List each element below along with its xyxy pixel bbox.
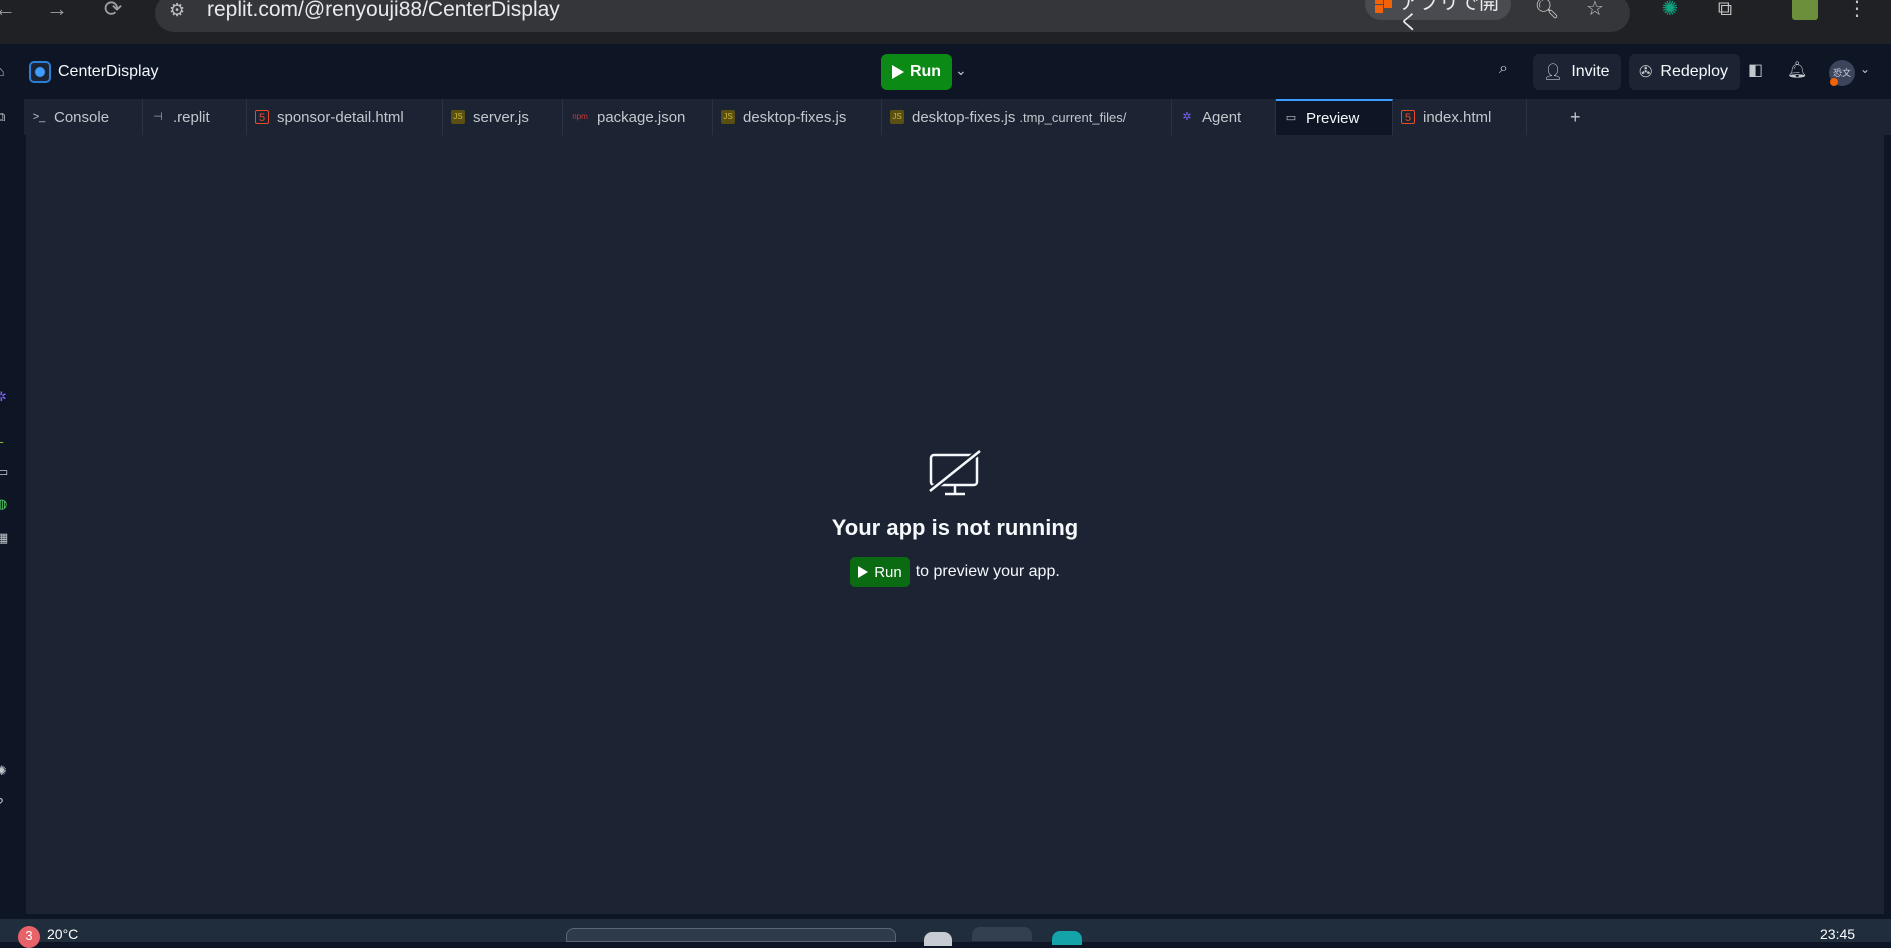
tab-sublabel: .tmp_current_files/	[1019, 109, 1127, 125]
deploy-status-icon[interactable]: ◧	[1748, 60, 1763, 80]
tab-label: package.json	[597, 108, 686, 126]
tab-label: Console	[54, 108, 110, 126]
open-in-app-button[interactable]: アプリで開く	[1365, 0, 1511, 33]
preview-pane: Your app is not running Run to preview y…	[26, 135, 1884, 914]
not-running-title: Your app is not running	[831, 515, 1079, 540]
taskbar-app-icon[interactable]	[924, 932, 952, 946]
tab-label: Preview	[1306, 109, 1360, 127]
tab-console[interactable]: >_ Console	[24, 99, 143, 135]
search-icon[interactable]: ⌕	[1499, 60, 1508, 78]
workspace-header: ⌂ CenterDisplay Run ⌄ ⌕ 👤︎ Invite ✇ Rede…	[0, 44, 1891, 99]
chatgpt-extension-icon[interactable]: ✺	[1656, 0, 1684, 22]
open-in-app-label: アプリで開く	[1399, 0, 1499, 34]
avatar[interactable]: 恐文	[1829, 60, 1855, 86]
monitor-off-icon	[928, 449, 982, 496]
home-icon[interactable]: ⌂	[0, 63, 8, 79]
lightbulb-icon[interactable]: ✺	[0, 763, 10, 779]
browser-toolbar: ← → ⟳ ⚙ replit.com/@renyouji88/CenterDis…	[0, 0, 1891, 44]
run-hint-text: to preview your app.	[915, 563, 1060, 580]
sidebar-toggle-icon[interactable]: ⧉	[0, 109, 10, 125]
bell-icon[interactable]: 🔔︎	[1787, 60, 1807, 80]
redeploy-button[interactable]: ✇ Redeploy	[1629, 54, 1740, 90]
zoom-icon[interactable]: 🔍︎	[1533, 0, 1561, 22]
arrow-left-icon[interactable]: ←	[0, 0, 20, 20]
tab-preview[interactable]: ▭ Preview	[1276, 99, 1393, 135]
tab-label: Agent	[1202, 108, 1242, 126]
invite-label: Invite	[1571, 63, 1610, 80]
repl-name[interactable]: CenterDisplay	[58, 62, 158, 82]
clock[interactable]: 23:45	[1820, 926, 1855, 942]
deploy-icon: ✇	[1639, 64, 1653, 81]
help-icon[interactable]: ?	[0, 795, 10, 811]
js-file-icon: JS	[721, 110, 735, 124]
address-bar[interactable]: ⚙ replit.com/@renyouji88/CenterDisplay ア…	[155, 0, 1630, 33]
profile-icon[interactable]	[1792, 0, 1818, 20]
js-file-icon: JS	[451, 110, 465, 124]
monitor-small-icon[interactable]: ▭	[0, 464, 10, 480]
tab-replit[interactable]: ⊣ .replit	[143, 99, 247, 135]
taskbar-search[interactable]	[566, 928, 896, 942]
html-file-icon: 5	[255, 110, 269, 124]
tab-desktop-fixes-js[interactable]: JS desktop-fixes.js	[713, 99, 882, 135]
play-icon	[858, 566, 869, 578]
tab-sponsor-detail-html[interactable]: 5 sponsor-detail.html	[247, 99, 443, 135]
repl-avatar-icon[interactable]	[29, 61, 51, 83]
left-rail: ⧉ ✲ – ▭ ◍ ▦ ✺ ?	[0, 99, 24, 919]
replit-config-icon: ⊣	[153, 111, 163, 123]
tab-label: desktop-fixes.js	[743, 108, 847, 126]
tab-agent[interactable]: ✲ Agent	[1172, 99, 1276, 135]
add-user-icon: 👤︎	[1543, 64, 1564, 81]
tab-label: sponsor-detail.html	[277, 108, 404, 126]
avatar-chevron-down-icon[interactable]: ⌄	[1860, 62, 1870, 76]
tab-package-json[interactable]: npm package.json	[563, 99, 713, 135]
agent-icon[interactable]: ✲	[0, 389, 10, 405]
run-hint: Run to preview your app.	[26, 557, 1884, 587]
tab-label: desktop-fixes.js	[912, 108, 1016, 126]
js-file-icon: JS	[890, 110, 904, 124]
extensions-icon[interactable]: ⧉	[1711, 0, 1739, 22]
rail-line-icon[interactable]: –	[0, 434, 10, 450]
preview-run-label: Run	[874, 563, 902, 581]
tab-server-js[interactable]: JS server.js	[443, 99, 563, 135]
redeploy-label: Redeploy	[1660, 63, 1729, 80]
chevron-down-icon[interactable]: ⌄	[955, 62, 967, 79]
npm-icon: npm	[572, 112, 588, 121]
star-icon[interactable]: ☆	[1581, 0, 1609, 22]
tab-label: .replit	[173, 108, 210, 126]
grid-icon[interactable]: ▦	[0, 530, 10, 546]
reload-icon[interactable]: ⟳	[98, 0, 128, 20]
tab-bar: >_ Console ⊣ .replit 5 sponsor-detail.ht…	[24, 99, 1891, 135]
plus-icon[interactable]: +	[1570, 107, 1581, 128]
site-settings-icon[interactable]: ⚙	[169, 0, 185, 20]
globe-icon[interactable]: ◍	[0, 496, 10, 512]
empty-state: Your app is not running Run to preview y…	[26, 449, 1884, 587]
temperature[interactable]: 20°C	[47, 926, 78, 942]
tab-label: server.js	[473, 108, 529, 126]
kebab-menu-icon[interactable]: ⋮	[1843, 0, 1871, 22]
taskbar-app-icon[interactable]	[1052, 931, 1082, 945]
run-button-label: Run	[909, 63, 942, 80]
preview-run-button[interactable]: Run	[850, 557, 910, 587]
terminal-icon: >_	[32, 111, 46, 123]
html-file-icon: 5	[1401, 110, 1415, 124]
tab-index-html[interactable]: 5 index.html	[1393, 99, 1527, 135]
kebab-menu-icon[interactable]: ⋮	[1884, 106, 1891, 127]
taskbar-active-app[interactable]	[972, 927, 1032, 941]
tab-label: index.html	[1423, 108, 1492, 126]
url-text[interactable]: replit.com/@renyouji88/CenterDisplay	[207, 0, 560, 20]
monitor-icon: ▭	[1285, 112, 1297, 124]
os-taskbar: 3 20°C 23:45	[0, 919, 1891, 948]
arrow-right-icon[interactable]: →	[42, 0, 72, 20]
play-icon	[891, 65, 904, 79]
run-button[interactable]: Run	[881, 54, 952, 90]
agent-icon: ✲	[1182, 111, 1192, 123]
invite-button[interactable]: 👤︎ Invite	[1533, 54, 1621, 90]
weather-badge[interactable]: 3	[18, 926, 40, 948]
replit-logo-icon	[1375, 0, 1393, 14]
tab-desktop-fixes-js-tmp[interactable]: JS desktop-fixes.js .tmp_current_files/	[882, 99, 1172, 135]
